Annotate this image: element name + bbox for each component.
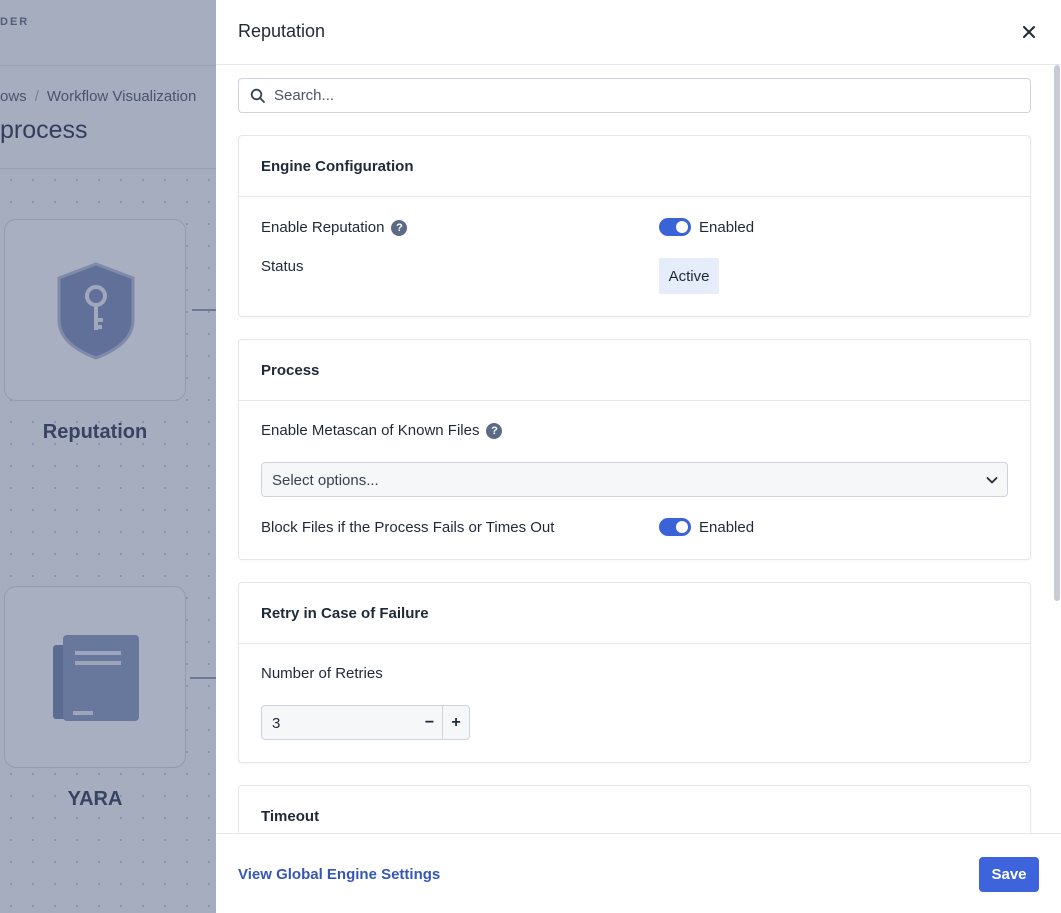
enable-reputation-toggle-group: Enabled — [659, 218, 754, 236]
drawer-title: Reputation — [238, 21, 326, 41]
increment-button[interactable]: + — [443, 706, 469, 739]
block-files-label: Block Files if the Process Fails or Time… — [261, 519, 555, 536]
close-button[interactable] — [1017, 20, 1041, 44]
metascan-row: Enable Metascan of Known Files ? — [261, 422, 503, 439]
help-icon[interactable]: ? — [486, 422, 503, 439]
settings-drawer: Reputation Engine Configuration Enable R… — [216, 0, 1061, 913]
toggle-state-label: Enabled — [699, 218, 755, 236]
search-input[interactable] — [274, 79, 1014, 112]
drawer-header: Reputation — [216, 0, 1061, 65]
search-field[interactable] — [238, 78, 1031, 113]
engine-configuration-section: Engine Configuration Enable Reputation ?… — [238, 135, 1031, 317]
drawer-footer: View Global Engine Settings Save — [216, 833, 1061, 913]
retries-stepper: 3 − + — [261, 705, 470, 740]
select-placeholder: Select options... — [272, 472, 379, 489]
block-files-toggle-group: Enabled — [659, 518, 754, 536]
scrollbar[interactable] — [1054, 65, 1060, 601]
section-title: Timeout — [239, 786, 1030, 833]
search-icon — [250, 88, 265, 103]
retries-input[interactable]: 3 — [272, 715, 280, 732]
drawer-body: Engine Configuration Enable Reputation ?… — [216, 65, 1061, 833]
metascan-options-select[interactable]: Select options... — [261, 462, 1008, 497]
help-icon[interactable]: ? — [391, 219, 408, 236]
process-section: Process Enable Metascan of Known Files ?… — [238, 339, 1031, 560]
toggle-state-label: Enabled — [699, 518, 755, 536]
status-label: Status — [261, 258, 304, 275]
section-title: Process — [239, 340, 1030, 401]
chevron-down-icon — [986, 477, 998, 484]
metascan-label: Enable Metascan of Known Files — [261, 422, 480, 439]
decrement-button[interactable]: − — [417, 706, 443, 739]
section-title: Retry in Case of Failure — [239, 583, 1030, 644]
enable-reputation-toggle[interactable] — [659, 218, 691, 236]
enable-reputation-row: Enable Reputation ? — [261, 219, 408, 236]
enable-reputation-label: Enable Reputation — [261, 219, 385, 236]
view-global-settings-link[interactable]: View Global Engine Settings — [238, 866, 440, 883]
status-badge: Active — [659, 258, 719, 294]
block-files-toggle[interactable] — [659, 518, 691, 536]
retry-section: Retry in Case of Failure Number of Retri… — [238, 582, 1031, 763]
number-of-retries-label: Number of Retries — [261, 665, 383, 682]
timeout-section: Timeout — [238, 785, 1031, 833]
close-icon — [1023, 26, 1035, 38]
section-title: Engine Configuration — [239, 136, 1030, 197]
save-button[interactable]: Save — [979, 857, 1039, 892]
